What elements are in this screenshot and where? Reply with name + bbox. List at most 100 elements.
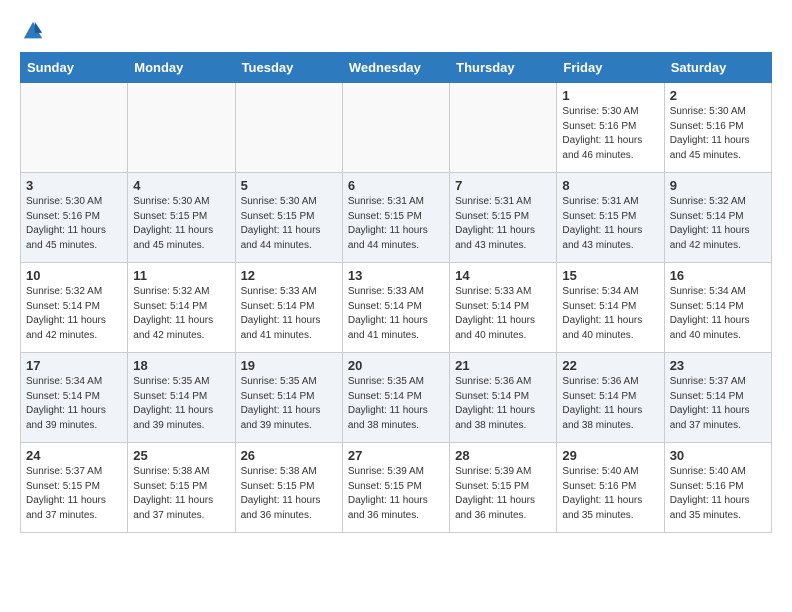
day-number: 8 (562, 178, 658, 193)
calendar-header-row: SundayMondayTuesdayWednesdayThursdayFrid… (21, 53, 772, 83)
day-number: 27 (348, 448, 444, 463)
calendar-cell: 1 Sunrise: 5:30 AM Sunset: 5:16 PM Daylig… (557, 83, 664, 173)
calendar-cell: 21 Sunrise: 5:36 AM Sunset: 5:14 PM Dayli… (450, 353, 557, 443)
day-number: 16 (670, 268, 766, 283)
calendar-cell: 7 Sunrise: 5:31 AM Sunset: 5:15 PM Daylig… (450, 173, 557, 263)
calendar-cell: 8 Sunrise: 5:31 AM Sunset: 5:15 PM Daylig… (557, 173, 664, 263)
day-info: Sunrise: 5:30 AM Sunset: 5:15 PM Dayligh… (133, 195, 229, 253)
calendar-cell: 29Sunrise: 5:40 AM Sunset: 5:16 PM Dayli… (557, 443, 664, 533)
day-info: Sunrise: 5:39 AM Sunset: 5:15 PM Dayligh… (348, 465, 444, 523)
day-info: Sunrise: 5:32 AM Sunset: 5:14 PM Dayligh… (133, 285, 229, 343)
calendar-cell: 5 Sunrise: 5:30 AM Sunset: 5:15 PM Daylig… (235, 173, 342, 263)
day-info: Sunrise: 5:34 AM Sunset: 5:14 PM Dayligh… (670, 285, 766, 343)
calendar-cell: 12 Sunrise: 5:33 AM Sunset: 5:14 PM Dayli… (235, 263, 342, 353)
day-number: 14 (455, 268, 551, 283)
calendar-week-row: 10 Sunrise: 5:32 AM Sunset: 5:14 PM Dayli… (21, 263, 772, 353)
calendar-cell: 13Sunrise: 5:33 AM Sunset: 5:14 PM Dayli… (342, 263, 449, 353)
day-info: Sunrise: 5:32 AM Sunset: 5:14 PM Dayligh… (26, 285, 122, 343)
day-number: 1 (562, 88, 658, 103)
day-number: 22 (562, 358, 658, 373)
day-info: Sunrise: 5:31 AM Sunset: 5:15 PM Dayligh… (455, 195, 551, 253)
day-number: 26 (241, 448, 337, 463)
day-info: Sunrise: 5:38 AM Sunset: 5:15 PM Dayligh… (241, 465, 337, 523)
day-number: 10 (26, 268, 122, 283)
calendar-cell (342, 83, 449, 173)
calendar-cell: 26 Sunrise: 5:38 AM Sunset: 5:15 PM Dayli… (235, 443, 342, 533)
day-number: 19 (241, 358, 337, 373)
weekday-header: Friday (557, 53, 664, 83)
logo-icon (22, 20, 44, 42)
day-info: Sunrise: 5:39 AM Sunset: 5:15 PM Dayligh… (455, 465, 551, 523)
weekday-header: Saturday (664, 53, 771, 83)
page-header (20, 20, 772, 42)
calendar-table: SundayMondayTuesdayWednesdayThursdayFrid… (20, 52, 772, 533)
day-number: 24 (26, 448, 122, 463)
day-number: 6 (348, 178, 444, 193)
day-info: Sunrise: 5:31 AM Sunset: 5:15 PM Dayligh… (348, 195, 444, 253)
day-info: Sunrise: 5:36 AM Sunset: 5:14 PM Dayligh… (562, 375, 658, 433)
day-info: Sunrise: 5:30 AM Sunset: 5:16 PM Dayligh… (26, 195, 122, 253)
day-info: Sunrise: 5:40 AM Sunset: 5:16 PM Dayligh… (670, 465, 766, 523)
day-info: Sunrise: 5:35 AM Sunset: 5:14 PM Dayligh… (241, 375, 337, 433)
calendar-cell: 23Sunrise: 5:37 AM Sunset: 5:14 PM Dayli… (664, 353, 771, 443)
calendar-cell: 9 Sunrise: 5:32 AM Sunset: 5:14 PM Daylig… (664, 173, 771, 263)
calendar-cell: 2 Sunrise: 5:30 AM Sunset: 5:16 PM Daylig… (664, 83, 771, 173)
calendar-cell (450, 83, 557, 173)
day-number: 17 (26, 358, 122, 373)
day-info: Sunrise: 5:30 AM Sunset: 5:16 PM Dayligh… (562, 105, 658, 163)
calendar-cell: 3Sunrise: 5:30 AM Sunset: 5:16 PM Daylig… (21, 173, 128, 263)
day-info: Sunrise: 5:32 AM Sunset: 5:14 PM Dayligh… (670, 195, 766, 253)
calendar-cell: 6 Sunrise: 5:31 AM Sunset: 5:15 PM Daylig… (342, 173, 449, 263)
day-info: Sunrise: 5:33 AM Sunset: 5:14 PM Dayligh… (348, 285, 444, 343)
calendar-cell: 20 Sunrise: 5:35 AM Sunset: 5:14 PM Dayli… (342, 353, 449, 443)
calendar-cell (21, 83, 128, 173)
day-number: 18 (133, 358, 229, 373)
calendar-week-row: 3Sunrise: 5:30 AM Sunset: 5:16 PM Daylig… (21, 173, 772, 263)
weekday-header: Monday (128, 53, 235, 83)
calendar-cell: 27 Sunrise: 5:39 AM Sunset: 5:15 PM Dayli… (342, 443, 449, 533)
calendar-cell (235, 83, 342, 173)
calendar-cell: 18 Sunrise: 5:35 AM Sunset: 5:14 PM Dayli… (128, 353, 235, 443)
day-number: 29 (562, 448, 658, 463)
calendar-cell (128, 83, 235, 173)
calendar-cell: 16 Sunrise: 5:34 AM Sunset: 5:14 PM Dayli… (664, 263, 771, 353)
calendar-week-row: 24 Sunrise: 5:37 AM Sunset: 5:15 PM Dayli… (21, 443, 772, 533)
calendar-cell: 25Sunrise: 5:38 AM Sunset: 5:15 PM Dayli… (128, 443, 235, 533)
day-number: 30 (670, 448, 766, 463)
day-info: Sunrise: 5:31 AM Sunset: 5:15 PM Dayligh… (562, 195, 658, 253)
day-info: Sunrise: 5:33 AM Sunset: 5:14 PM Dayligh… (455, 285, 551, 343)
calendar-cell: 19 Sunrise: 5:35 AM Sunset: 5:14 PM Dayli… (235, 353, 342, 443)
weekday-header: Wednesday (342, 53, 449, 83)
day-number: 5 (241, 178, 337, 193)
weekday-header: Tuesday (235, 53, 342, 83)
day-info: Sunrise: 5:34 AM Sunset: 5:14 PM Dayligh… (562, 285, 658, 343)
day-number: 2 (670, 88, 766, 103)
calendar-cell: 17 Sunrise: 5:34 AM Sunset: 5:14 PM Dayli… (21, 353, 128, 443)
day-info: Sunrise: 5:35 AM Sunset: 5:14 PM Dayligh… (133, 375, 229, 433)
calendar-cell: 10 Sunrise: 5:32 AM Sunset: 5:14 PM Dayli… (21, 263, 128, 353)
day-info: Sunrise: 5:36 AM Sunset: 5:14 PM Dayligh… (455, 375, 551, 433)
day-number: 20 (348, 358, 444, 373)
day-info: Sunrise: 5:30 AM Sunset: 5:15 PM Dayligh… (241, 195, 337, 253)
calendar-week-row: 1 Sunrise: 5:30 AM Sunset: 5:16 PM Daylig… (21, 83, 772, 173)
day-info: Sunrise: 5:37 AM Sunset: 5:15 PM Dayligh… (26, 465, 122, 523)
day-number: 4 (133, 178, 229, 193)
day-number: 11 (133, 268, 229, 283)
calendar-cell: 30 Sunrise: 5:40 AM Sunset: 5:16 PM Dayli… (664, 443, 771, 533)
weekday-header: Thursday (450, 53, 557, 83)
day-number: 25 (133, 448, 229, 463)
day-info: Sunrise: 5:34 AM Sunset: 5:14 PM Dayligh… (26, 375, 122, 433)
day-info: Sunrise: 5:33 AM Sunset: 5:14 PM Dayligh… (241, 285, 337, 343)
calendar-week-row: 17 Sunrise: 5:34 AM Sunset: 5:14 PM Dayli… (21, 353, 772, 443)
day-number: 9 (670, 178, 766, 193)
day-number: 15 (562, 268, 658, 283)
day-info: Sunrise: 5:35 AM Sunset: 5:14 PM Dayligh… (348, 375, 444, 433)
calendar-cell: 22 Sunrise: 5:36 AM Sunset: 5:14 PM Dayli… (557, 353, 664, 443)
weekday-header: Sunday (21, 53, 128, 83)
day-number: 21 (455, 358, 551, 373)
calendar-cell: 24 Sunrise: 5:37 AM Sunset: 5:15 PM Dayli… (21, 443, 128, 533)
day-number: 12 (241, 268, 337, 283)
day-info: Sunrise: 5:30 AM Sunset: 5:16 PM Dayligh… (670, 105, 766, 163)
day-number: 23 (670, 358, 766, 373)
day-number: 7 (455, 178, 551, 193)
